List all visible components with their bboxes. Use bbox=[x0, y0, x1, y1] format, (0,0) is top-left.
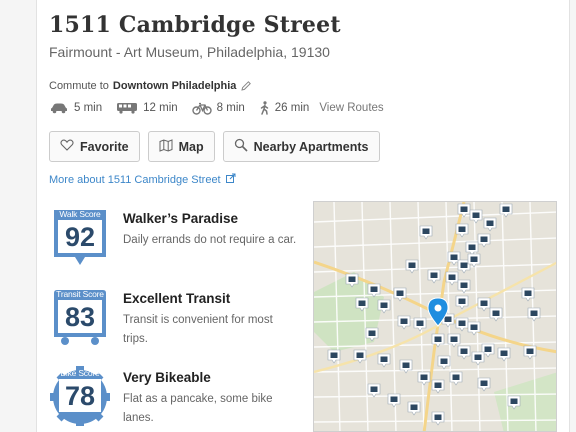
transit-score-badge[interactable]: Transit Score 83 bbox=[49, 285, 111, 347]
walk-score-title: Walker’s Paradise bbox=[123, 211, 239, 226]
page-title: 1511 Cambridge Street bbox=[49, 12, 341, 38]
pencil-icon[interactable] bbox=[240, 80, 252, 92]
bike-score-label: Bike Score bbox=[60, 368, 100, 378]
property-card: 1511 Cambridge Street Fairmount - Art Mu… bbox=[36, 0, 570, 432]
neighborhood-location: Fairmount - Art Museum, Philadelphia, 19… bbox=[49, 44, 330, 60]
favorite-label: Favorite bbox=[80, 139, 129, 154]
bike-icon bbox=[191, 102, 212, 115]
walk-score-description: Daily errands do not require a car. bbox=[123, 234, 297, 246]
bike-time: 8 min bbox=[216, 102, 245, 114]
nearby-apartments-button[interactable]: Nearby Apartments bbox=[222, 131, 380, 162]
bike-score-title: Very Bikeable bbox=[123, 370, 211, 385]
bike-score-row: Bike Score 78 Very Bikeable Flat as a pa… bbox=[49, 364, 299, 432]
walk-score-value: 92 bbox=[64, 222, 96, 252]
favorite-button[interactable]: Favorite bbox=[49, 131, 140, 162]
commute-modes: 5 min 12 min 8 min 26 min View Routes bbox=[49, 101, 384, 115]
bus-icon bbox=[116, 102, 138, 114]
map-button[interactable]: Map bbox=[147, 131, 215, 162]
bike-score-description: Flat as a pancake, some bike lanes. bbox=[123, 393, 273, 424]
commute-mode-car: 5 min bbox=[49, 102, 102, 114]
more-about-label: More about 1511 Cambridge Street bbox=[49, 173, 221, 186]
commute-destination: Commute to Downtown Philadelphia bbox=[49, 80, 252, 92]
bike-score-badge[interactable]: Bike Score 78 bbox=[49, 364, 111, 426]
walk-icon bbox=[259, 101, 270, 115]
bus-time: 12 min bbox=[143, 102, 178, 114]
map-label: Map bbox=[178, 139, 204, 154]
transit-score-label: Transit Score bbox=[56, 289, 104, 299]
commute-mode-bus: 12 min bbox=[116, 102, 178, 114]
neighborhood-map[interactable] bbox=[313, 201, 557, 432]
map-canvas bbox=[314, 202, 556, 431]
transit-score-value: 83 bbox=[64, 302, 96, 332]
commute-mode-bike: 8 min bbox=[191, 102, 245, 115]
transit-score-description: Transit is convenient for most trips. bbox=[123, 314, 273, 345]
action-buttons: Favorite Map Nearby Apartments bbox=[49, 131, 380, 162]
walk-time: 26 min bbox=[274, 102, 310, 114]
commute-destination-name[interactable]: Downtown Philadelphia bbox=[113, 80, 236, 92]
view-routes-link[interactable]: View Routes bbox=[319, 102, 383, 114]
walk-score-label: Walk Score bbox=[59, 209, 101, 219]
external-link-icon bbox=[225, 173, 236, 186]
walk-score-row: Walk Score 92 Walker’s Paradise Daily er… bbox=[49, 205, 299, 275]
walk-score-badge[interactable]: Walk Score 92 bbox=[49, 205, 111, 267]
car-icon bbox=[49, 102, 69, 114]
transit-score-title: Excellent Transit bbox=[123, 291, 231, 306]
transit-score-row: Transit Score 83 Excellent Transit Trans… bbox=[49, 285, 299, 355]
more-about-link[interactable]: More about 1511 Cambridge Street bbox=[49, 173, 236, 186]
nearby-apartments-label: Nearby Apartments bbox=[253, 139, 369, 154]
heart-icon bbox=[60, 139, 74, 154]
commute-mode-walk: 26 min bbox=[259, 101, 310, 115]
commute-prefix: Commute to bbox=[49, 80, 109, 92]
search-icon bbox=[234, 138, 248, 155]
bike-score-value: 78 bbox=[64, 381, 96, 411]
map-icon bbox=[159, 138, 173, 155]
car-time: 5 min bbox=[74, 102, 103, 114]
